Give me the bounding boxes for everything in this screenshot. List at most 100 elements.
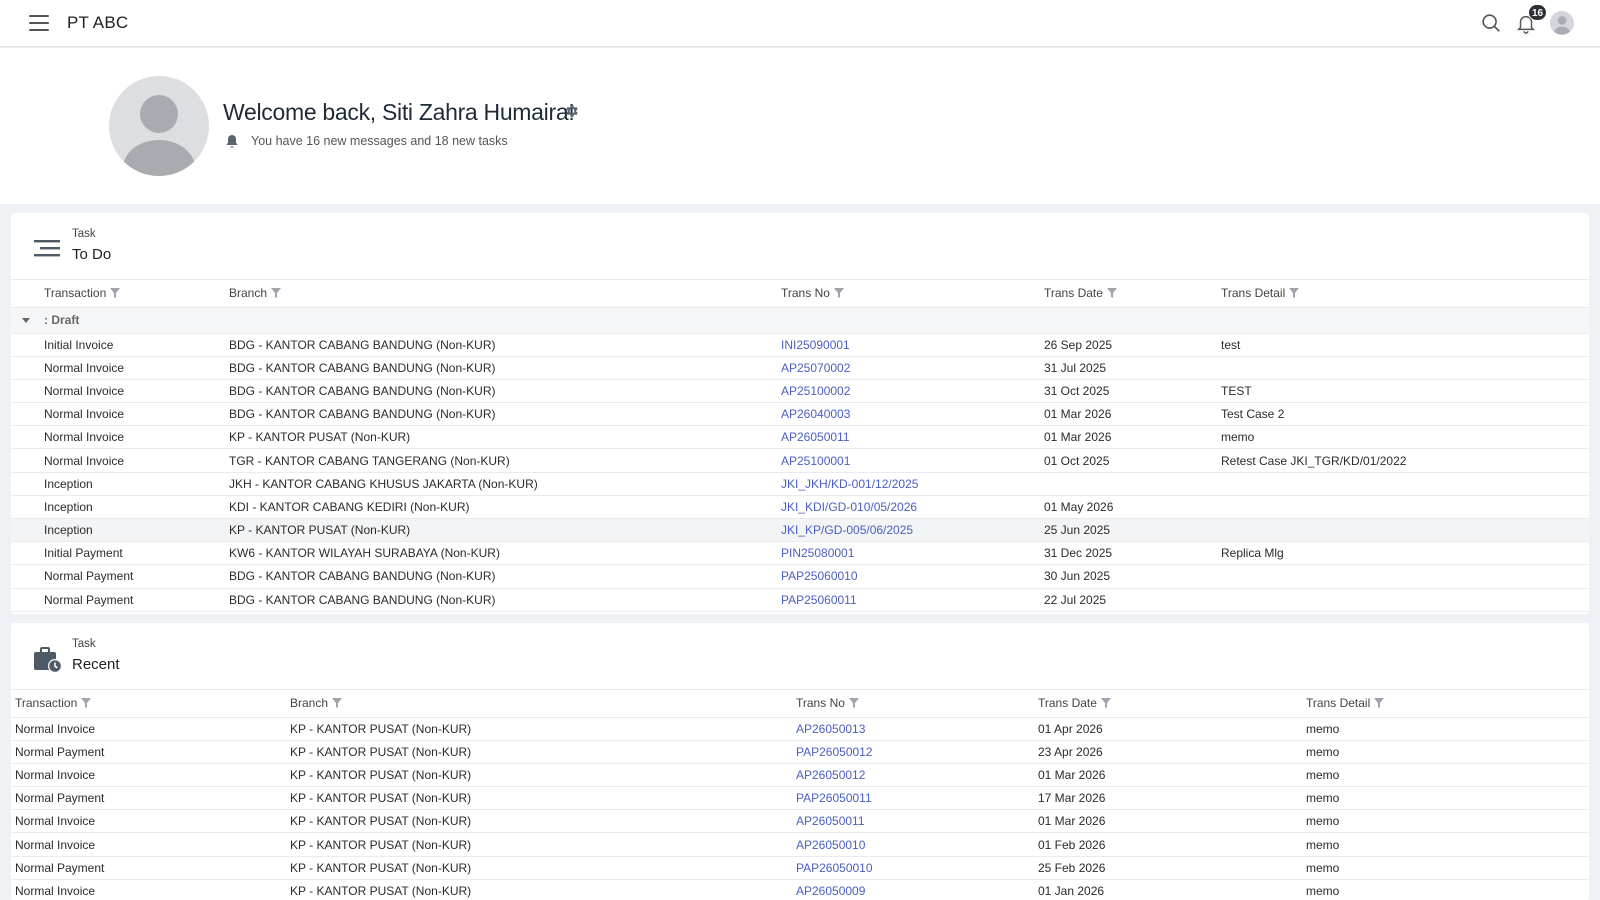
- table-row[interactable]: Normal Invoice BDG - KANTOR CABANG BANDUN…: [11, 379, 1589, 404]
- cell-trans-no[interactable]: PIN25080001: [781, 541, 1044, 566]
- cell-transaction: Normal Payment: [11, 856, 290, 880]
- column-header-trans-no[interactable]: Trans No: [781, 280, 1044, 308]
- column-header-branch[interactable]: Branch: [229, 280, 781, 308]
- table-row[interactable]: Normal Invoice KP - KANTOR PUSAT (Non-KUR…: [11, 809, 1589, 834]
- table-row[interactable]: Initial Payment KW6 - KANTOR WILAYAH SURA…: [11, 541, 1589, 566]
- filter-icon[interactable]: [271, 288, 282, 299]
- welcome-subtitle: You have 16 new messages and 18 new task…: [251, 134, 508, 148]
- cell-trans-no[interactable]: PAP25060010: [781, 564, 1044, 589]
- filter-icon[interactable]: [1106, 288, 1117, 299]
- table-row[interactable]: Normal Invoice BDG - KANTOR CABANG BANDUN…: [11, 402, 1589, 427]
- todo-table: Transaction Branch Trans No Trans Date T…: [11, 280, 1589, 612]
- cell-trans-date: 01 Mar 2026: [1038, 763, 1306, 788]
- table-row[interactable]: Normal Payment BDG - KANTOR CABANG BANDUN…: [11, 588, 1589, 612]
- cell-trans-detail: memo: [1306, 856, 1589, 880]
- column-header-trans-detail[interactable]: Trans Detail: [1221, 280, 1589, 308]
- table-row[interactable]: Normal Invoice KP - KANTOR PUSAT (Non-KUR…: [11, 879, 1589, 900]
- cell-trans-no[interactable]: AP25100002: [781, 379, 1044, 404]
- cell-trans-detail: [1221, 495, 1589, 520]
- cell-transaction: Initial Payment: [44, 541, 229, 566]
- table-row[interactable]: Inception JKH - KANTOR CABANG KHUSUS JAKA…: [11, 472, 1589, 496]
- cell-trans-no[interactable]: PAP26050012: [796, 740, 1038, 764]
- column-header-trans-date[interactable]: Trans Date: [1044, 280, 1221, 308]
- filter-icon[interactable]: [332, 698, 343, 709]
- column-header-trans-no[interactable]: Trans No: [796, 690, 1038, 718]
- column-header-transaction[interactable]: Transaction: [44, 280, 229, 308]
- cell-trans-detail: memo: [1306, 740, 1589, 764]
- avatar: [109, 76, 209, 176]
- cell-branch: KW6 - KANTOR WILAYAH SURABAYA (Non-KUR): [229, 541, 781, 566]
- filter-icon[interactable]: [1100, 698, 1111, 709]
- cell-trans-detail: memo: [1306, 786, 1589, 811]
- user-avatar-icon[interactable]: [1550, 11, 1574, 35]
- cell-transaction: Initial Invoice: [44, 333, 229, 357]
- cell-trans-no[interactable]: AP26050011: [781, 425, 1044, 450]
- cell-trans-no[interactable]: JKI_JKH/KD-001/12/2025: [781, 472, 1044, 496]
- cell-trans-no[interactable]: AP26050013: [796, 717, 1038, 741]
- cell-trans-no[interactable]: INI25090001: [781, 333, 1044, 357]
- cell-trans-detail: [1221, 356, 1589, 380]
- cell-transaction: Normal Payment: [11, 740, 290, 764]
- cell-trans-no[interactable]: AP26050012: [796, 763, 1038, 788]
- gear-icon[interactable]: [564, 103, 580, 119]
- cell-transaction: Normal Invoice: [11, 809, 290, 834]
- filter-icon[interactable]: [1289, 288, 1300, 299]
- menu-icon[interactable]: [29, 15, 49, 31]
- cell-transaction: Normal Invoice: [44, 356, 229, 380]
- cell-trans-no[interactable]: PAP25060011: [781, 588, 1044, 612]
- group-label: : Draft: [44, 307, 1589, 334]
- cell-trans-no[interactable]: AP26050009: [796, 879, 1038, 900]
- cell-transaction: Normal Payment: [44, 564, 229, 589]
- filter-icon[interactable]: [81, 698, 92, 709]
- cell-branch: KDI - KANTOR CABANG KEDIRI (Non-KUR): [229, 495, 781, 520]
- cell-trans-no[interactable]: AP26050010: [796, 832, 1038, 857]
- group-row-draft[interactable]: : Draft: [11, 307, 1589, 334]
- collapse-caret-icon[interactable]: [22, 318, 30, 323]
- search-icon[interactable]: [1480, 12, 1502, 34]
- table-row[interactable]: Normal Invoice KP - KANTOR PUSAT (Non-KUR…: [11, 717, 1589, 741]
- table-row[interactable]: Normal Payment BDG - KANTOR CABANG BANDUN…: [11, 564, 1589, 589]
- cell-trans-no[interactable]: PAP26050011: [796, 786, 1038, 811]
- cell-branch: KP - KANTOR PUSAT (Non-KUR): [290, 856, 796, 880]
- filter-icon[interactable]: [1374, 698, 1385, 709]
- cell-trans-no[interactable]: JKI_KP/GD-005/06/2025: [781, 518, 1044, 543]
- table-row[interactable]: Initial Invoice BDG - KANTOR CABANG BANDU…: [11, 333, 1589, 357]
- cell-trans-no[interactable]: AP25100001: [781, 448, 1044, 473]
- table-row[interactable]: Normal Invoice KP - KANTOR PUSAT (Non-KUR…: [11, 425, 1589, 450]
- table-row[interactable]: Normal Invoice KP - KANTOR PUSAT (Non-KUR…: [11, 832, 1589, 857]
- table-row[interactable]: Normal Payment KP - KANTOR PUSAT (Non-KUR…: [11, 856, 1589, 880]
- filter-icon[interactable]: [833, 288, 844, 299]
- notification-badge: 16: [1528, 4, 1548, 21]
- cell-trans-detail: [1221, 472, 1589, 496]
- cell-trans-no[interactable]: AP25070002: [781, 356, 1044, 380]
- cell-trans-detail: memo: [1306, 763, 1589, 788]
- filter-icon[interactable]: [848, 698, 859, 709]
- table-row[interactable]: Inception KP - KANTOR PUSAT (Non-KUR) JKI_…: [11, 518, 1589, 543]
- table-row[interactable]: Normal Invoice TGR - KANTOR CABANG TANGER…: [11, 448, 1589, 473]
- column-header-trans-date[interactable]: Trans Date: [1038, 690, 1306, 718]
- cell-trans-date: 22 Jul 2025: [1044, 588, 1221, 612]
- cell-trans-date: 25 Feb 2026: [1038, 856, 1306, 880]
- column-header-transaction[interactable]: Transaction: [11, 690, 290, 718]
- cell-trans-no[interactable]: AP26040003: [781, 402, 1044, 427]
- table-header-row: Transaction Branch Trans No Trans Date T…: [11, 280, 1589, 308]
- cell-transaction: Normal Invoice: [44, 402, 229, 427]
- recent-card: Task Recent Transaction Branch Trans No …: [11, 623, 1589, 900]
- table-row[interactable]: Normal Payment KP - KANTOR PUSAT (Non-KUR…: [11, 740, 1589, 764]
- cell-trans-no[interactable]: AP26050011: [796, 809, 1038, 834]
- cell-trans-no[interactable]: PAP26050010: [796, 856, 1038, 880]
- cell-trans-detail: Replica Mlg: [1221, 541, 1589, 566]
- cell-trans-detail: test: [1221, 333, 1589, 357]
- column-header-branch[interactable]: Branch: [290, 690, 796, 718]
- table-row[interactable]: Inception KDI - KANTOR CABANG KEDIRI (Non…: [11, 495, 1589, 520]
- cell-trans-date: 30 Jun 2025: [1044, 564, 1221, 589]
- cell-branch: JKH - KANTOR CABANG KHUSUS JAKARTA (Non-…: [229, 472, 781, 496]
- filter-icon[interactable]: [110, 288, 121, 299]
- table-row[interactable]: Normal Payment KP - KANTOR PUSAT (Non-KUR…: [11, 786, 1589, 811]
- table-row[interactable]: Normal Invoice BDG - KANTOR CABANG BANDUN…: [11, 356, 1589, 380]
- column-header-trans-detail[interactable]: Trans Detail: [1306, 690, 1589, 718]
- table-row[interactable]: Normal Invoice KP - KANTOR PUSAT (Non-KUR…: [11, 763, 1589, 788]
- todo-card-header: Task To Do: [11, 213, 1589, 280]
- cell-branch: KP - KANTOR PUSAT (Non-KUR): [290, 740, 796, 764]
- cell-trans-no[interactable]: JKI_KDI/GD-010/05/2026: [781, 495, 1044, 520]
